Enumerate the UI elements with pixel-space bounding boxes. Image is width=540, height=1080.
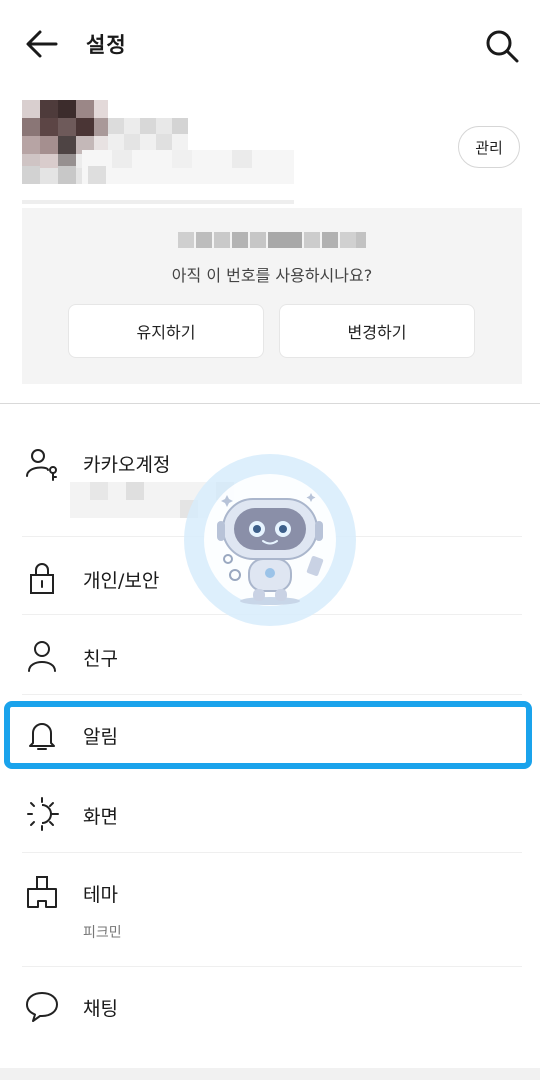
- person-icon: [28, 641, 56, 672]
- change-number-button[interactable]: 변경하기: [279, 304, 475, 358]
- menu-item-display[interactable]: 화면: [0, 776, 540, 850]
- menu-item-label: 채팅: [83, 998, 118, 1020]
- phone-card-question: 아직 이 번호를 사용하시나요?: [171, 266, 373, 285]
- theme-current-value: 피크민: [83, 925, 122, 941]
- menu-item-label: 화면: [83, 806, 118, 828]
- row-divider: [22, 852, 522, 853]
- phone-number-blurred: [178, 232, 366, 248]
- robot-watermark-icon: [184, 454, 356, 626]
- row-divider: [22, 694, 522, 695]
- brush-icon: [27, 876, 57, 908]
- profile-name-blurred: [108, 118, 288, 152]
- manage-profile-button[interactable]: 관리: [458, 126, 520, 168]
- menu-item-label: 테마: [83, 884, 118, 906]
- back-button[interactable]: [22, 26, 62, 62]
- phone-number-card: 아직 이 번호를 사용하시나요? 유지하기 변경하기: [22, 208, 522, 384]
- menu-item-chat[interactable]: 채팅: [0, 970, 540, 1044]
- page-title: 설정: [86, 33, 127, 57]
- search-icon: [486, 30, 519, 63]
- menu-item-friends[interactable]: 친구: [0, 618, 540, 692]
- brightness-icon: [27, 797, 59, 831]
- profile-status-blurred: [22, 150, 294, 204]
- chat-bubble-icon: [26, 992, 58, 1022]
- bottom-edge: [0, 1068, 540, 1080]
- person-key-icon: [26, 449, 57, 481]
- menu-item-label: 개인/보안: [83, 570, 160, 592]
- menu-item-label: 친구: [83, 648, 118, 670]
- section-divider: [0, 403, 540, 404]
- lock-icon: [30, 563, 54, 594]
- arrow-left-icon: [26, 30, 58, 58]
- keep-number-button[interactable]: 유지하기: [68, 304, 264, 358]
- highlight-box: [4, 701, 532, 769]
- search-button[interactable]: [482, 26, 522, 66]
- menu-item-label: 카카오계정: [83, 454, 171, 476]
- menu-item-theme[interactable]: 테마 피크민: [0, 856, 540, 962]
- row-divider: [22, 966, 522, 967]
